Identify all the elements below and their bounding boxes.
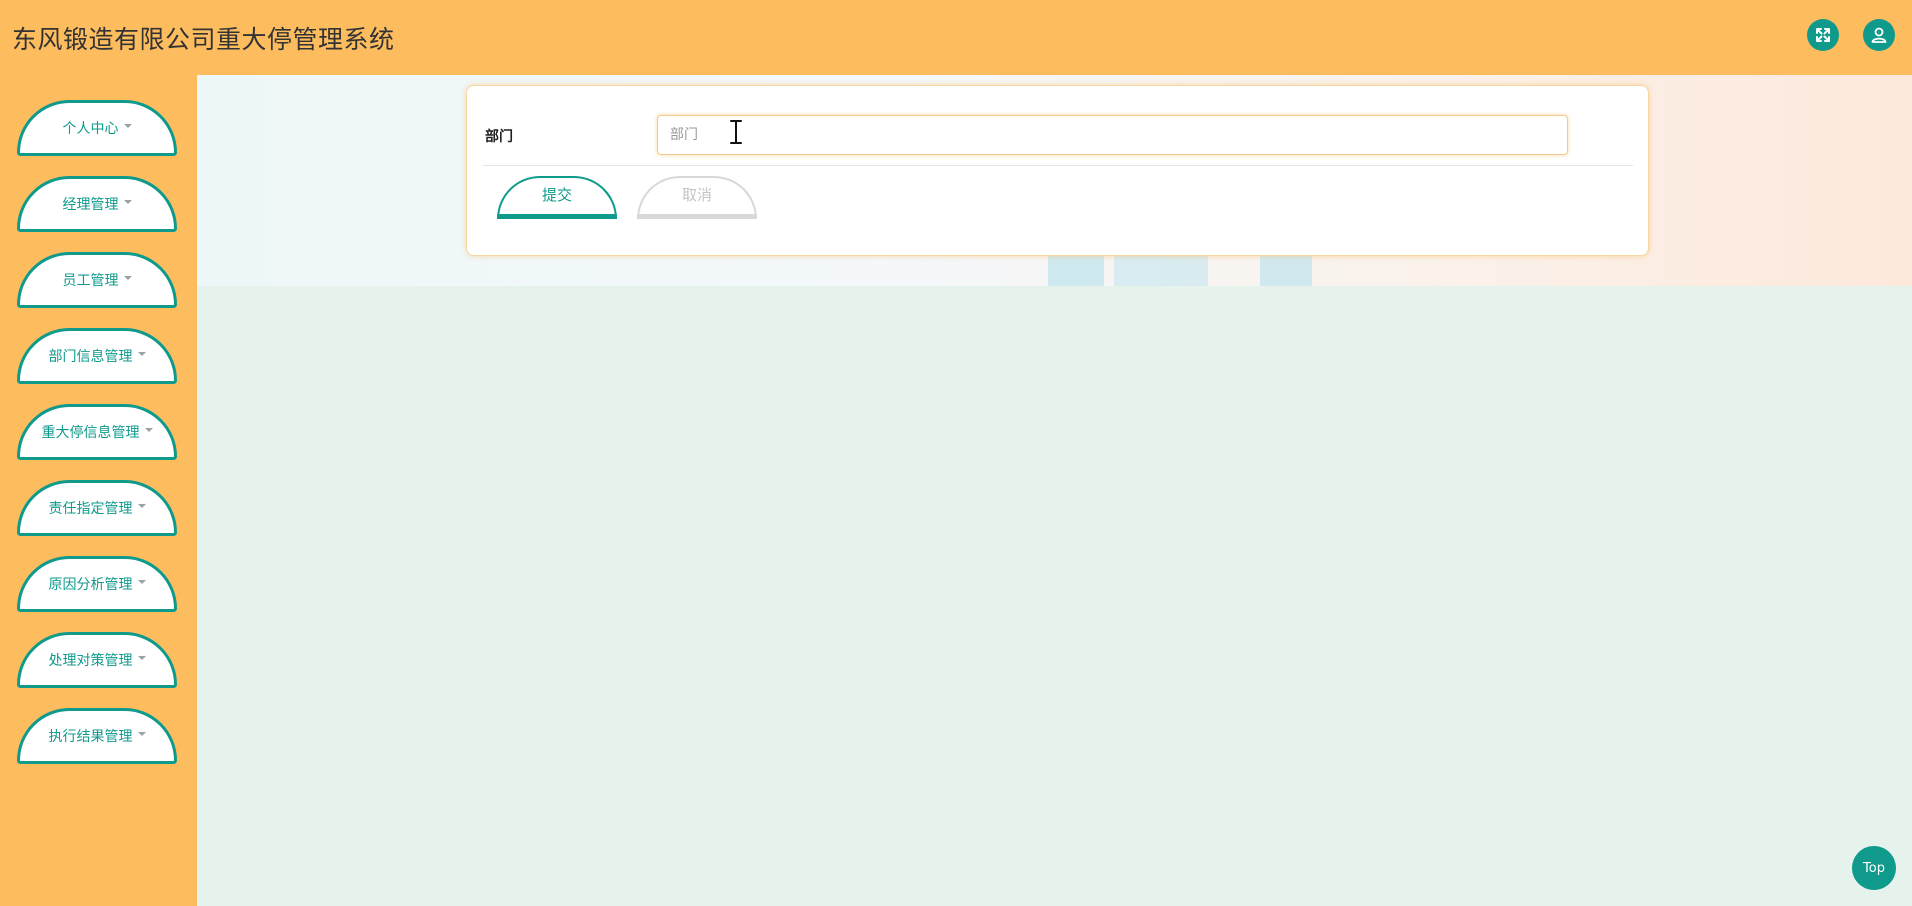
sidebar-item-major-stoppage-info-management[interactable]: 重大停信息管理 bbox=[17, 404, 177, 460]
sidebar-item-label: 责任指定管理 bbox=[48, 501, 133, 517]
sidebar-item-department-info-management[interactable]: 部门信息管理 bbox=[17, 328, 177, 384]
form-divider bbox=[483, 165, 1633, 166]
caret-down-icon bbox=[137, 732, 146, 736]
decorative-shape bbox=[1260, 255, 1312, 286]
sidebar-item-label: 执行结果管理 bbox=[48, 729, 133, 745]
department-input[interactable] bbox=[657, 115, 1568, 155]
caret-down-icon bbox=[137, 352, 146, 356]
sidebar-item-label: 处理对策管理 bbox=[48, 653, 133, 669]
sidebar-item-label: 经理管理 bbox=[62, 197, 119, 213]
caret-down-icon bbox=[137, 580, 146, 584]
cancel-button[interactable]: 取消 bbox=[637, 176, 757, 219]
back-to-top-button[interactable]: Top bbox=[1852, 846, 1896, 890]
text-cursor-icon bbox=[730, 120, 742, 144]
sidebar-item-personal-center[interactable]: 个人中心 bbox=[17, 100, 177, 156]
sidebar-item-label: 个人中心 bbox=[62, 121, 119, 137]
fullscreen-button[interactable] bbox=[1807, 19, 1839, 51]
sidebar-item-manager-management[interactable]: 经理管理 bbox=[17, 176, 177, 232]
department-label: 部门 bbox=[485, 129, 513, 145]
sidebar-item-execution-result-management[interactable]: 执行结果管理 bbox=[17, 708, 177, 764]
sidebar-item-countermeasure-management[interactable]: 处理对策管理 bbox=[17, 632, 177, 688]
sidebar-item-label: 原因分析管理 bbox=[48, 577, 133, 593]
sidebar-item-label: 员工管理 bbox=[62, 273, 119, 289]
caret-down-icon bbox=[123, 124, 132, 128]
department-form: 部门 提交 取消 bbox=[466, 85, 1649, 256]
sidebar: 个人中心 经理管理 员工管理 部门信息管理 重大停信息管理 责任指定管理 原因分… bbox=[0, 75, 197, 906]
sidebar-item-label: 部门信息管理 bbox=[48, 349, 133, 365]
decorative-shape bbox=[1048, 255, 1104, 286]
app-header: 东风锻造有限公司重大停管理系统 bbox=[0, 0, 1912, 75]
sidebar-item-employee-management[interactable]: 员工管理 bbox=[17, 252, 177, 308]
decorative-shape bbox=[1114, 255, 1208, 286]
expand-icon bbox=[1816, 28, 1830, 42]
caret-down-icon bbox=[137, 504, 146, 508]
app-title: 东风锻造有限公司重大停管理系统 bbox=[12, 24, 395, 54]
caret-down-icon bbox=[123, 276, 132, 280]
sidebar-item-label: 重大停信息管理 bbox=[41, 425, 140, 441]
sidebar-item-cause-analysis-management[interactable]: 原因分析管理 bbox=[17, 556, 177, 612]
caret-down-icon bbox=[137, 656, 146, 660]
user-icon bbox=[1871, 27, 1887, 43]
user-profile-button[interactable] bbox=[1863, 19, 1895, 51]
caret-down-icon bbox=[144, 428, 153, 432]
caret-down-icon bbox=[123, 200, 132, 204]
sidebar-item-responsibility-assignment-management[interactable]: 责任指定管理 bbox=[17, 480, 177, 536]
submit-button[interactable]: 提交 bbox=[497, 176, 617, 219]
